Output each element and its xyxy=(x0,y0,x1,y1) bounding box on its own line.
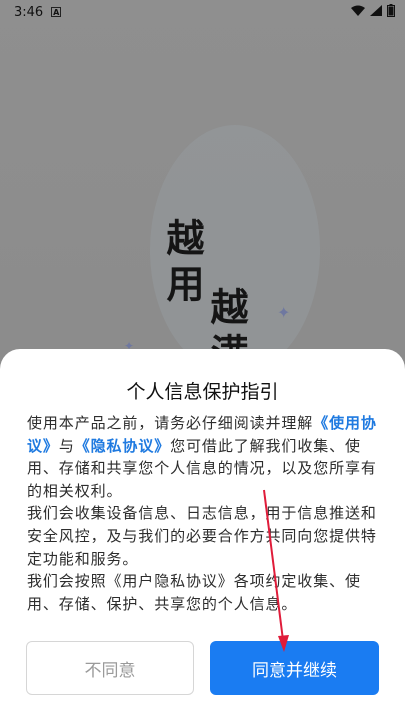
para1-and: 与 xyxy=(58,436,75,455)
splash-slogan-line1: 越用 xyxy=(160,218,204,310)
para1-pre: 使用本产品之前，请务必仔细阅读并理解 xyxy=(27,414,314,432)
dialog-paragraph-2: 我们会收集设备信息、日志信息，用于信息推送和安全风控，及与我们的必要合作方共同向… xyxy=(27,504,377,568)
status-bar: 3:46 A xyxy=(0,0,405,24)
status-time: 3:46 xyxy=(14,4,44,20)
disagree-button[interactable]: 不同意 xyxy=(26,641,194,695)
dialog-title: 个人信息保护指引 xyxy=(126,381,279,403)
sparkle-icon: ✦ xyxy=(277,303,291,322)
dialog-paragraph-3: 我们会按照《用户隐私协议》各项约定收集、使用、存储、保护、共享您的个人信息。 xyxy=(27,572,361,613)
privacy-dialog: 个人信息保护指引 使用本产品之前，请务必仔细阅读并理解《使用协议》与《隐私协议》… xyxy=(0,349,405,721)
agree-continue-button[interactable]: 同意并继续 xyxy=(210,641,379,695)
dialog-paragraph-1: 使用本产品之前，请务必仔细阅读并理解《使用协议》与《隐私协议》您可借此了解我们收… xyxy=(27,412,382,502)
notification-icon: A xyxy=(51,7,62,17)
privacy-agreement-link[interactable]: 《隐私协议》 xyxy=(75,437,170,455)
signal-icon xyxy=(370,4,382,20)
dialog-body: 使用本产品之前，请务必仔细阅读并理解《使用协议》与《隐私协议》您可借此了解我们收… xyxy=(27,412,382,615)
battery-icon xyxy=(387,3,395,21)
wifi-icon xyxy=(351,5,365,20)
